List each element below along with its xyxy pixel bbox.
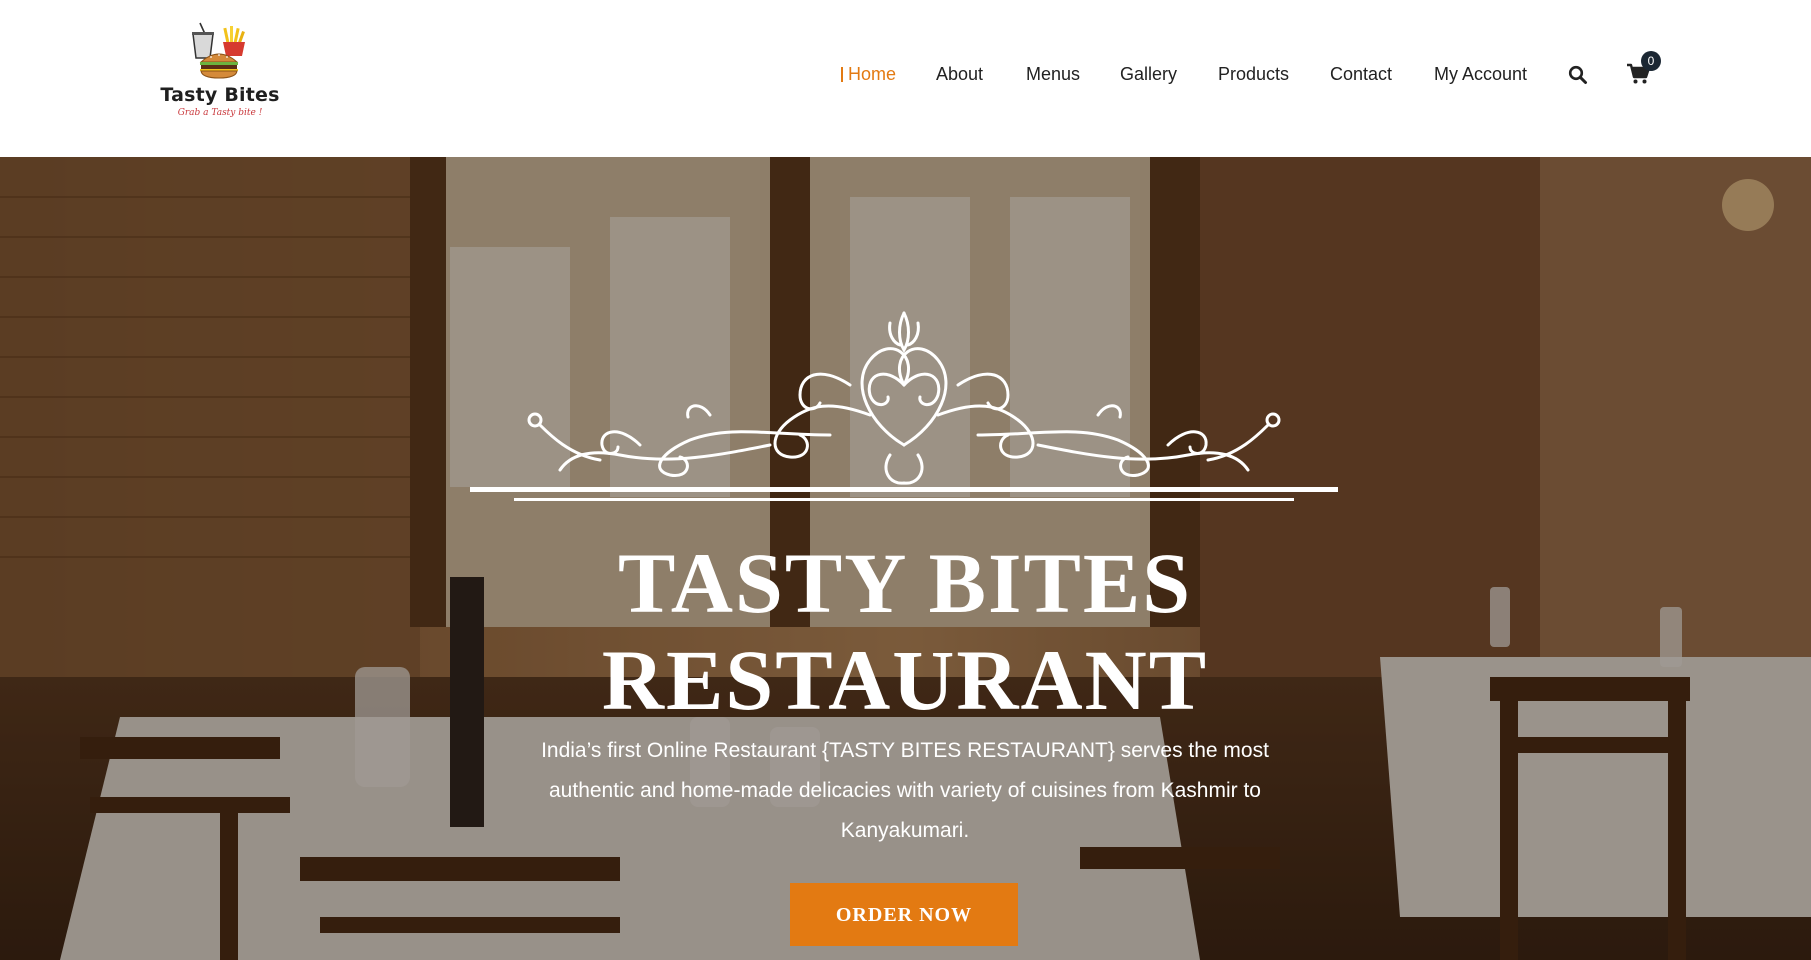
nav-item-menus[interactable]: Menus	[1026, 62, 1080, 86]
logo-tagline: Grab a Tasty bite !	[177, 108, 263, 118]
nav-item-my-account[interactable]: My Account	[1434, 62, 1527, 86]
nav-item-label: About	[936, 64, 984, 84]
active-indicator	[841, 67, 843, 82]
logo-brand-name: Tasty Bites	[160, 84, 280, 106]
hero-title-line-2: RESTAURANT	[601, 632, 1209, 728]
main-navigation: Home About Menus Gallery Products Contac…	[0, 62, 1811, 86]
nav-item-contact[interactable]: Contact	[1330, 62, 1392, 86]
nav-item-label: My Account	[1434, 64, 1528, 84]
nav-item-home[interactable]: Home	[841, 62, 897, 86]
hero-title-line-1: TASTY BITES	[617, 535, 1193, 631]
nav-item-label: Products	[1218, 64, 1290, 84]
search-icon	[1568, 65, 1587, 84]
hero-description: India’s first Online Restaurant {TASTY B…	[520, 731, 1290, 851]
cart-count-badge: 0	[1641, 51, 1661, 71]
nav-item-label: Gallery	[1120, 64, 1178, 84]
nav-item-about[interactable]: About	[936, 62, 983, 86]
nav-item-label: Home	[848, 64, 897, 84]
site-header: Tasty Bites Grab a Tasty bite ! Home Abo…	[0, 0, 1811, 157]
nav-item-label: Contact	[1330, 64, 1393, 84]
nav-item-gallery[interactable]: Gallery	[1120, 62, 1177, 86]
decorative-flourish-icon	[470, 311, 1338, 501]
nav-item-products[interactable]: Products	[1218, 62, 1289, 86]
hero-title: TASTY BITES RESTAURANT	[405, 535, 1405, 729]
hero-description-line-3: Kanyakumari.	[840, 819, 970, 842]
order-now-button[interactable]: ORDER NOW	[790, 883, 1018, 946]
nav-item-label: Menus	[1026, 64, 1081, 84]
hero-description-line-2: authentic and home-made delicacies with …	[549, 779, 1261, 802]
search-button[interactable]	[1568, 65, 1588, 85]
hero-description-line-1: India’s first Online Restaurant {TASTY B…	[541, 739, 1269, 762]
hero-section: TASTY BITES RESTAURANT India’s first Onl…	[0, 157, 1811, 960]
